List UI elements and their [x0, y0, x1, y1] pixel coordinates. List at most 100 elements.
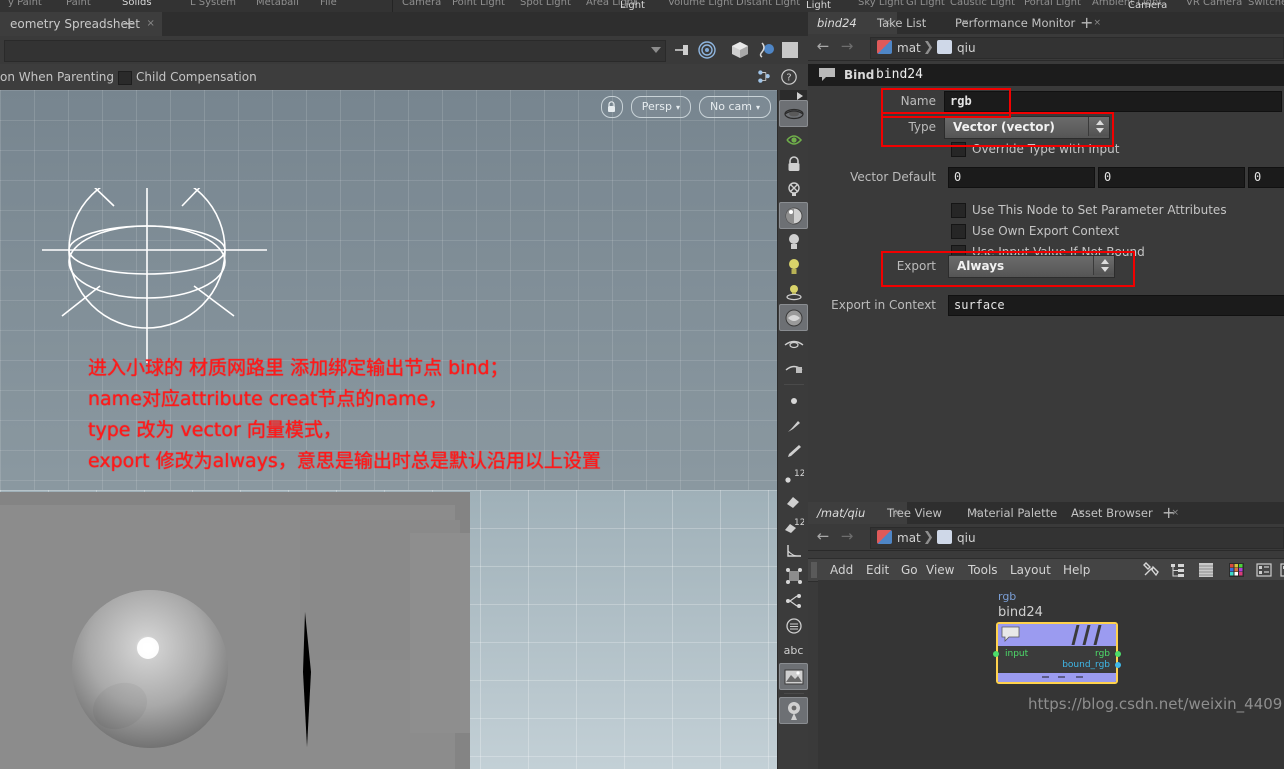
- no-light-icon[interactable]: [780, 177, 807, 202]
- pencil-icon[interactable]: [780, 438, 807, 463]
- spinner-up-icon[interactable]: [1096, 120, 1104, 125]
- material-icon[interactable]: [782, 42, 798, 58]
- shelf-tool-17[interactable]: Portal Light: [1024, 0, 1081, 8]
- image-plane-icon[interactable]: [779, 663, 808, 690]
- shelf-tool-20[interactable]: VR Camera: [1186, 0, 1242, 8]
- menu-grip-handle[interactable]: [811, 562, 817, 578]
- export-context-field[interactable]: surface: [948, 295, 1284, 316]
- color-palette-icon[interactable]: [1228, 562, 1245, 578]
- forward-arrow-icon[interactable]: →: [838, 39, 856, 55]
- light-bulb-icon[interactable]: [780, 254, 807, 279]
- menu-edit[interactable]: Edit: [866, 563, 889, 577]
- strip-collapse-handle[interactable]: [780, 90, 807, 100]
- help-icon[interactable]: ?: [780, 68, 798, 86]
- vector-default-z[interactable]: 0: [1248, 167, 1284, 188]
- output-port-bound-rgb-dot[interactable]: [1115, 662, 1121, 668]
- back-arrow-icon[interactable]: ←: [814, 39, 832, 55]
- add-tab-button[interactable]: +: [122, 14, 136, 34]
- paint-number-icon[interactable]: 12: [780, 513, 807, 538]
- export-spinner[interactable]: [1093, 256, 1114, 275]
- menu-go[interactable]: Go: [901, 563, 918, 577]
- breadcrumb-item-mat[interactable]: mat: [897, 531, 921, 545]
- breadcrumb-item-mat[interactable]: mat: [897, 41, 921, 55]
- path-input[interactable]: [4, 40, 666, 62]
- 3d-viewport[interactable]: 进入小球的 材质网路里 添加绑定输出节点 bind； name对应attribu…: [0, 90, 777, 769]
- breadcrumb-item-qiu[interactable]: qiu: [957, 531, 976, 545]
- brush-icon[interactable]: [780, 413, 807, 438]
- menu-view[interactable]: View: [926, 563, 954, 577]
- tab-close-icon[interactable]: ×: [1093, 12, 1101, 34]
- view-display-icon[interactable]: [779, 100, 808, 127]
- child-compensation-checkbox[interactable]: [118, 71, 132, 85]
- override-type-checkbox[interactable]: [951, 142, 966, 157]
- point-icon[interactable]: [780, 388, 807, 413]
- back-arrow-icon[interactable]: ←: [814, 529, 832, 545]
- measure-angle-icon[interactable]: [780, 538, 807, 563]
- shelf-tool-0[interactable]: y Paint: [8, 0, 42, 8]
- point-number-icon[interactable]: 12: [780, 463, 807, 488]
- param-name-field[interactable]: rgb: [944, 91, 1282, 112]
- shelf-tool-6[interactable]: Camera: [402, 0, 441, 8]
- shelf-tool-3[interactable]: L System: [190, 0, 236, 8]
- shelf-tool-2[interactable]: Solids: [122, 0, 152, 8]
- node-body[interactable]: input rgb bound_rgb: [996, 622, 1118, 684]
- breadcrumb-item-qiu[interactable]: qiu: [957, 41, 976, 55]
- disc-icon[interactable]: [780, 613, 807, 638]
- shelf-tool-4[interactable]: Metaball: [256, 0, 299, 8]
- cube-icon[interactable]: [730, 40, 750, 60]
- menu-layout[interactable]: Layout: [1010, 563, 1051, 577]
- own-export-context-checkbox[interactable]: [951, 224, 966, 239]
- type-spinner[interactable]: [1088, 117, 1109, 136]
- target-icon[interactable]: [697, 40, 717, 60]
- render-sphere-icon[interactable]: [779, 304, 808, 331]
- select-geometry-icon[interactable]: [780, 127, 807, 152]
- set-parameter-attributes-checkbox[interactable]: [951, 203, 966, 218]
- pin-icon[interactable]: [672, 40, 692, 60]
- shelf-tool-16[interactable]: Caustic Light: [950, 0, 1015, 8]
- hierarchy-icon[interactable]: [1170, 562, 1186, 578]
- parent-child-icon[interactable]: [755, 68, 773, 86]
- light-placement-icon[interactable]: [780, 279, 807, 304]
- menu-tools[interactable]: Tools: [968, 563, 998, 577]
- snapshot-icon[interactable]: [1280, 562, 1284, 578]
- list-icon[interactable]: [1198, 562, 1214, 578]
- shelf-tool-11[interactable]: Volume Light: [668, 0, 733, 8]
- lock-icon[interactable]: [780, 152, 807, 177]
- shelf-tool-5[interactable]: File: [320, 0, 337, 8]
- menu-add[interactable]: Add: [830, 563, 853, 577]
- spinner-down-icon[interactable]: [1096, 128, 1104, 133]
- shelf-tool-13[interactable]: Light: [806, 0, 831, 11]
- menu-help[interactable]: Help: [1063, 563, 1090, 577]
- lock-icon[interactable]: [600, 96, 623, 118]
- shelf-tool-15[interactable]: GI Light: [906, 0, 945, 8]
- node-name-value[interactable]: bind24: [876, 67, 923, 82]
- node-graph-icon[interactable]: [780, 588, 807, 613]
- shelf-tool-12[interactable]: Distant Light: [736, 0, 800, 8]
- add-tab-button[interactable]: +: [1080, 13, 1093, 33]
- vector-default-x[interactable]: 0: [948, 167, 1095, 188]
- chevron-down-icon[interactable]: [651, 47, 661, 53]
- material-sphere-icon[interactable]: [779, 202, 808, 229]
- tab-close-icon[interactable]: ×: [147, 12, 155, 36]
- tools-icon[interactable]: [1143, 562, 1159, 578]
- output-port-rgb-dot[interactable]: [1115, 651, 1121, 657]
- paint-bucket-icon[interactable]: [780, 488, 807, 513]
- abc-text-icon[interactable]: abc: [780, 638, 807, 663]
- shelf-tool-10[interactable]: Light: [620, 0, 645, 11]
- forward-arrow-icon[interactable]: →: [838, 529, 856, 545]
- view-mode-dropdown[interactable]: Persp ▾: [630, 96, 692, 118]
- spinner-up-icon[interactable]: [1101, 259, 1109, 264]
- input-port-dot[interactable]: [993, 651, 999, 657]
- transform-handle-icon[interactable]: [780, 563, 807, 588]
- shelf-tool-19[interactable]: Camera: [1128, 0, 1167, 11]
- camera-view-icon[interactable]: [780, 331, 807, 356]
- snapshot-icon[interactable]: [780, 356, 807, 381]
- shelf-tool-1[interactable]: Paint: [66, 0, 91, 8]
- spinner-down-icon[interactable]: [1101, 267, 1109, 272]
- tab-geometry-spreadsheet[interactable]: eometry Spreadsheet ×: [0, 12, 162, 36]
- param-type-dropdown[interactable]: Vector (vector): [944, 116, 1110, 139]
- param-export-dropdown[interactable]: Always: [948, 255, 1115, 278]
- add-tab-button[interactable]: +: [1162, 503, 1175, 523]
- network-canvas[interactable]: rgb bind24 input rgb bound_rgb https://b…: [818, 580, 1284, 769]
- grid-view-icon[interactable]: [1256, 562, 1272, 578]
